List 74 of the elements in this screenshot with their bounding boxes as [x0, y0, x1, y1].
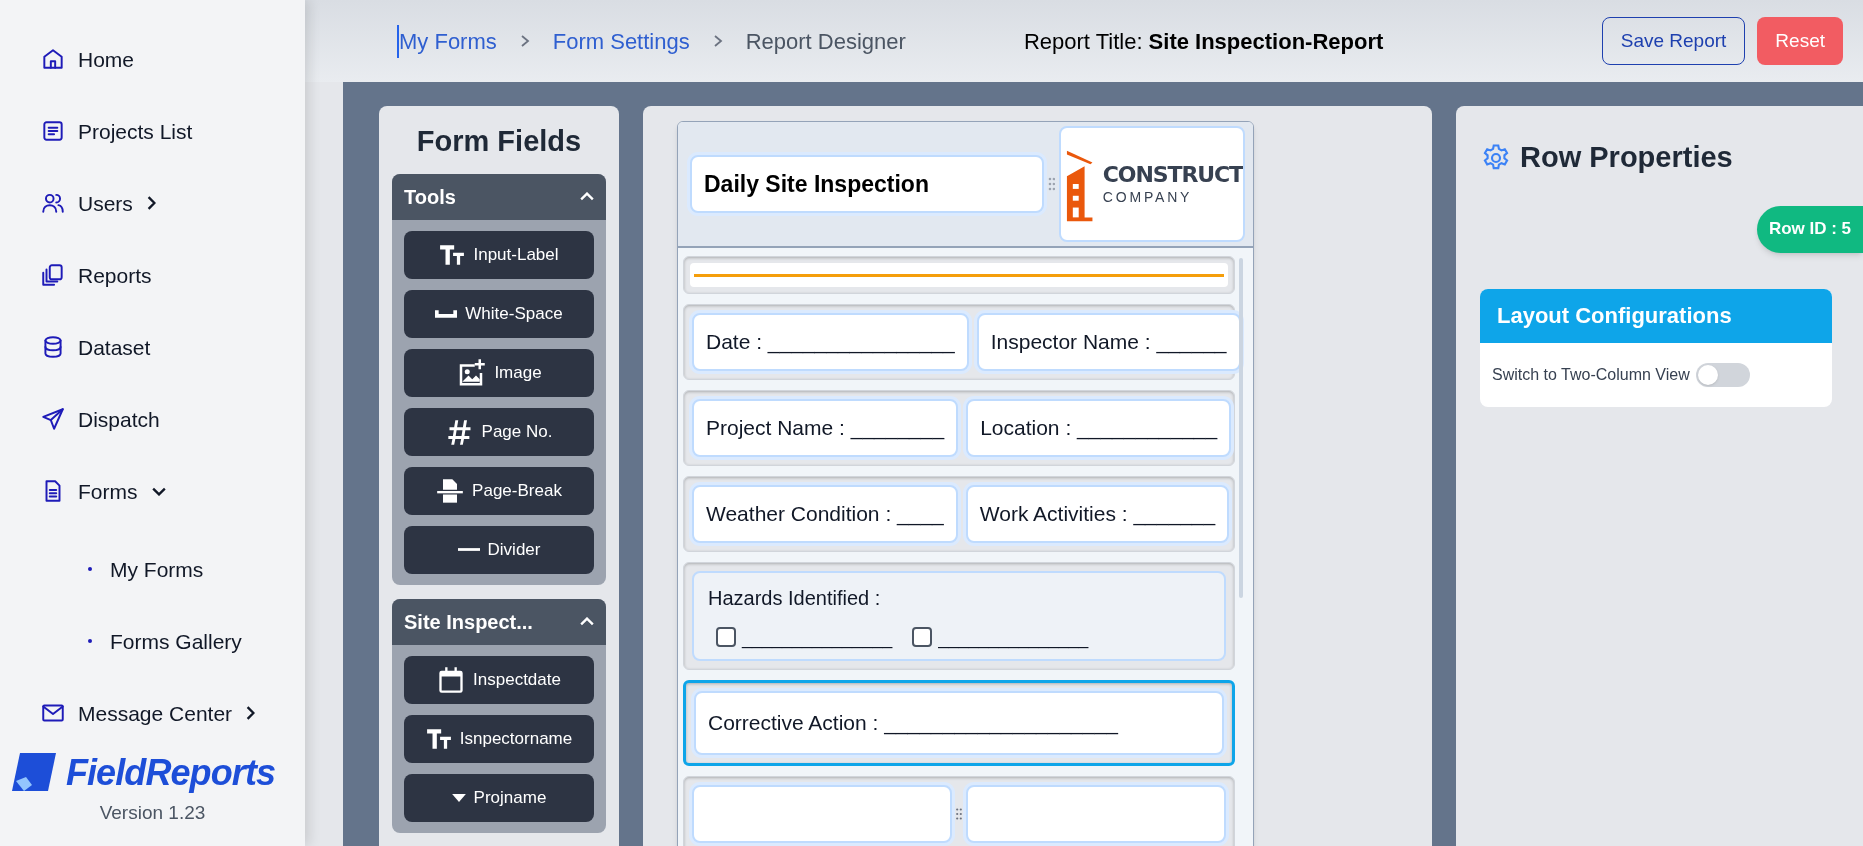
breadcrumb-link[interactable]: My Forms [399, 24, 497, 58]
field-button[interactable]: Inspectdate [404, 655, 594, 704]
caret-icon [451, 793, 466, 802]
documents-icon [40, 262, 66, 288]
field-button[interactable]: Image [404, 348, 594, 397]
report-heading: Daily Site Inspection [704, 169, 929, 199]
calendar-icon [437, 665, 466, 694]
version-text: Version 1.23 [99, 801, 206, 825]
form-field[interactable]: Corrective Action : ____________________ [694, 691, 1224, 755]
toggle-label: Switch to Two-Column View [1492, 364, 1690, 385]
form-field[interactable]: Location : ____________ [966, 399, 1232, 457]
form-field[interactable]: Work Activities : _______ [965, 485, 1230, 543]
field-label: Hazards Identified : [708, 586, 882, 611]
field-button[interactable]: Page No. [404, 407, 594, 456]
form-field[interactable]: Project Name : ________ [692, 399, 959, 457]
section-header[interactable]: Tools [392, 173, 606, 220]
brand-name: FieldReports [65, 755, 276, 791]
drag-handle-icon[interactable] [1047, 177, 1056, 191]
panel-title: Row Properties [1520, 140, 1733, 175]
row-id-badge: Row ID : 5 [1757, 205, 1863, 253]
nav-link[interactable]: Forms Gallery [110, 630, 242, 652]
nav-link[interactable]: Forms [78, 480, 166, 502]
list-icon [40, 118, 66, 144]
field-button[interactable]: Input-Label [404, 230, 594, 279]
logo-subtitle: COMPANY [1102, 190, 1194, 204]
form-field[interactable] [692, 785, 952, 843]
nav-link[interactable]: Projects List [78, 120, 193, 142]
form-row[interactable]: Corrective Action : ____________________ [683, 680, 1235, 766]
minus-icon [457, 548, 480, 551]
nav-link[interactable]: Users [78, 192, 156, 214]
breadcrumb-current: Report Designer [745, 27, 906, 56]
form-field[interactable]: Date : ________________ [692, 313, 969, 371]
drag-handle-icon [956, 808, 962, 820]
field-button[interactable]: Projname [404, 773, 594, 822]
breadcrumb-link[interactable]: Form Settings [552, 24, 690, 58]
form-row[interactable]: Project Name : ________ Location : ____________ [683, 390, 1235, 466]
save-button[interactable]: Save Report [1601, 17, 1746, 65]
home-icon [40, 46, 66, 72]
toggle-switch[interactable] [1695, 362, 1750, 387]
bullet-icon [88, 567, 92, 571]
form-row[interactable]: Weather Condition : ____ Work Activities : _______ [683, 476, 1235, 552]
nav-link[interactable]: My Forms [110, 558, 204, 580]
panel-title: Form Fields [415, 124, 583, 159]
nav-link[interactable]: Dataset [78, 336, 151, 358]
form-field[interactable]: Hazards Identified : _______________ _______________ [692, 571, 1226, 661]
form-row[interactable]: Hazards Identified : _______________ _______________ [683, 562, 1235, 670]
report-title: Report Title: Site Inspection-Report [1023, 27, 1384, 56]
form-field[interactable]: Weather Condition : ____ [692, 485, 958, 543]
title-field[interactable]: Daily Site Inspection [690, 155, 1044, 213]
form-field[interactable]: Inspector Name : ______ [976, 313, 1241, 371]
section-title: Layout Configurations [1497, 302, 1732, 330]
form-row[interactable] [683, 776, 1235, 846]
logo-wordmark: CONSTRUCT [1102, 164, 1243, 186]
scrollbar[interactable] [1239, 258, 1243, 598]
nav-link[interactable]: Message Center [78, 702, 256, 724]
form-row[interactable] [683, 256, 1235, 294]
field-button[interactable]: Divider [404, 525, 594, 574]
checkbox[interactable] [716, 627, 736, 647]
checkbox[interactable] [912, 627, 933, 647]
send-icon [40, 406, 66, 432]
fill-in-line: _______________ [938, 629, 1089, 647]
page-break-icon [436, 476, 465, 505]
nav-link[interactable]: Reports [78, 264, 152, 286]
field-button[interactable]: White-Space [404, 289, 594, 338]
field-button[interactable]: Page-Break [404, 466, 594, 515]
bullet-icon [88, 639, 92, 643]
hash-icon [445, 417, 474, 446]
field-button[interactable]: Isnpectorname [404, 714, 594, 763]
fill-in-line: _______________ [742, 629, 893, 647]
space-icon [435, 309, 458, 318]
section-header[interactable]: Site Inspect... [392, 598, 606, 645]
form-field[interactable] [966, 785, 1226, 843]
nav-link[interactable]: Home [78, 48, 135, 70]
nav-link[interactable]: Dispatch [78, 408, 160, 430]
